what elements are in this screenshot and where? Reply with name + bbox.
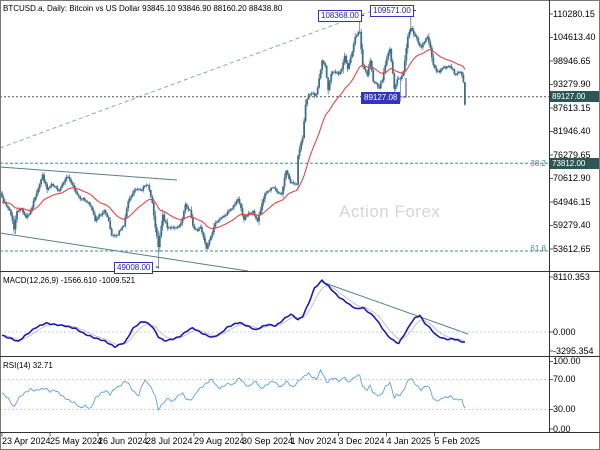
chart-title: BTCUSD.a, Daily: Bitcoin vs US Dollar 93… [3, 4, 283, 13]
rsi-axis-label: 0.00 [553, 423, 571, 434]
price-axis-label: 59279.40 [553, 220, 591, 230]
price-axis-label: 76279.65 [553, 149, 591, 160]
date-axis-label: 4 Jan 2025 [386, 436, 432, 446]
price-axis-label: 81946.40 [553, 126, 591, 136]
price-axis-label: 93279.90 [553, 79, 591, 89]
date-axis-label: 1 Nov 2024 [290, 436, 337, 446]
date-axis-label: 5 Feb 2025 [434, 436, 481, 446]
rsi-axis-label: 30.00 [553, 404, 576, 414]
chart-canvas[interactable] [0, 0, 600, 450]
date-axis-label: 25 May 2024 [50, 436, 103, 446]
axis-badge-89127: 89127.00 [550, 91, 599, 103]
macd-axis-label: 8110.353 [553, 271, 590, 282]
macd-indicator-label: MACD(12,26,9) -1566.610 -1009.521 [3, 276, 136, 285]
fib-label-382: 38.2 [530, 158, 546, 168]
mt4-chart-window: BTCUSD.a, Daily: Bitcoin vs US Dollar 93… [0, 0, 600, 450]
price-axis-label: 98946.65 [553, 55, 591, 66]
price-callout-109571[interactable]: 109571.00 [370, 5, 414, 17]
date-axis-label: 26 Jun 2024 [98, 436, 148, 446]
rsi-axis-label: 70.00 [553, 374, 576, 384]
rsi-axis-label: 100.00 [553, 356, 581, 366]
date-axis-label: 30 Sep 2024 [242, 436, 294, 446]
price-callout-108368[interactable]: 108368.00 [318, 10, 362, 22]
macd-axis-label: -3295.354 [553, 345, 594, 356]
date-axis-label: 28 Jul 2024 [146, 436, 193, 446]
price-axis-label: 104613.40 [553, 32, 596, 42]
date-axis-label: 29 Aug 2024 [194, 436, 245, 446]
price-axis-label: 70612.90 [553, 173, 591, 183]
price-callout-89127[interactable]: 89127.08 [361, 91, 401, 104]
price-axis-label: 53612.65 [553, 243, 591, 254]
price-axis-label: 87613.15 [553, 102, 591, 113]
fib-label-618: 61.8 [530, 243, 546, 253]
price-callout-49008[interactable]: 49008.00 [114, 261, 154, 274]
macd-axis-label: 0.000 [553, 326, 576, 337]
price-axis-label: 64946.15 [553, 196, 591, 207]
price-axis-label: 110280.15 [553, 8, 595, 19]
rsi-indicator-label: RSI(14) 32.71 [3, 361, 53, 370]
date-axis-label: 3 Dec 2024 [338, 436, 385, 446]
watermark: Action Forex [339, 202, 441, 221]
date-axis-label: 23 Apr 2024 [2, 436, 51, 446]
